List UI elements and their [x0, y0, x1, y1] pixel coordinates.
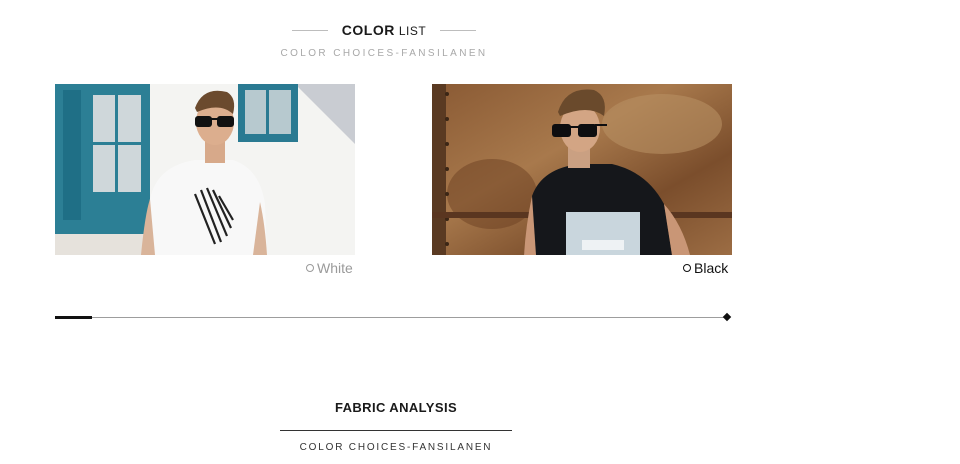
- fabric-divider: [280, 430, 512, 431]
- diamond-icon: [722, 312, 732, 322]
- color-list-title: COLOR LIST: [342, 22, 426, 38]
- circle-icon: [306, 264, 314, 272]
- fabric-analysis-title: FABRIC ANALYSIS: [334, 400, 458, 415]
- scrollbar-thumb[interactable]: [55, 316, 92, 319]
- color-list-header: COLOR LIST COLOR CHOICES-FANSILANEN: [0, 22, 768, 59]
- fabric-analysis-subtitle: COLOR CHOICES-FANSILANEN: [299, 442, 493, 453]
- carousel-scrollbar[interactable]: [55, 312, 732, 323]
- color-label-white: White: [317, 260, 353, 276]
- title-divider-right: [440, 29, 477, 31]
- scrollbar-track[interactable]: [55, 317, 727, 318]
- color-title-row: COLOR LIST: [0, 22, 768, 38]
- color-option-black[interactable]: Black: [683, 260, 728, 276]
- color-title-light: LIST: [398, 24, 427, 38]
- product-photo-black[interactable]: [432, 84, 732, 255]
- fabric-analysis-section: FABRIC ANALYSIS COLOR CHOICES-FANSILANEN: [280, 400, 512, 453]
- title-divider-left: [291, 29, 328, 31]
- color-list-subtitle: COLOR CHOICES-FANSILANEN: [280, 48, 488, 59]
- product-photo-white[interactable]: [55, 84, 355, 255]
- color-label-black: Black: [694, 260, 729, 276]
- color-option-white[interactable]: White: [306, 260, 353, 276]
- color-title-bold: COLOR: [341, 22, 395, 38]
- circle-icon: [683, 264, 691, 272]
